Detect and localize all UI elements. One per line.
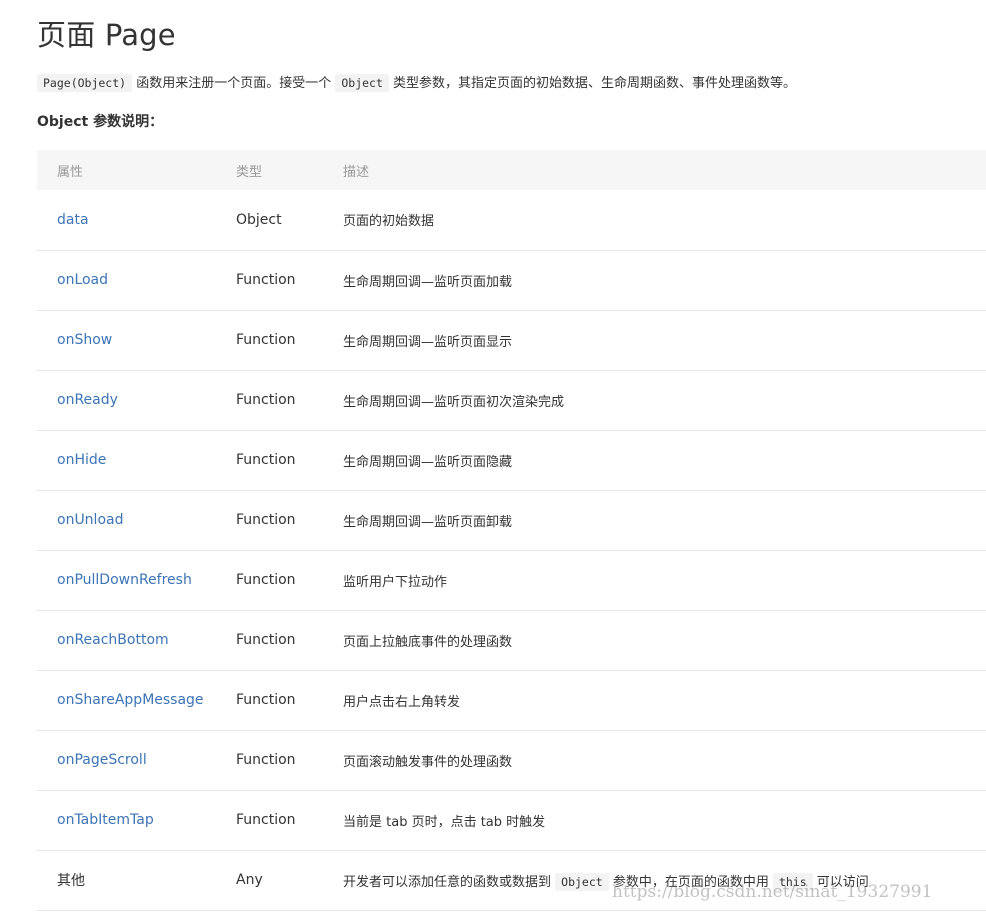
watermark: https://blog.csdn.net/sinat_19327991 xyxy=(612,882,933,902)
row-type: Object xyxy=(236,211,282,228)
intro-paragraph: Page(Object) 函数用来注册一个页面。接受一个 Object 类型参数… xyxy=(37,72,796,95)
row-description: 生命周期回调—监听页面隐藏 xyxy=(343,454,513,470)
property-link[interactable]: onShow xyxy=(37,310,236,370)
section-subtitle: Object 参数说明： xyxy=(37,114,164,130)
inline-code-page-object: Page(Object) xyxy=(37,74,133,92)
row-type: Function xyxy=(236,692,296,708)
row-type: Function xyxy=(236,632,296,648)
property-link[interactable]: onTabItemTap xyxy=(37,790,236,850)
row-description: 生命周期回调—监听页面卸载 xyxy=(343,514,513,530)
table-row: onPageScroll Function 页面滚动触发事件的处理函数 xyxy=(37,730,986,790)
property-link[interactable]: onPullDownRefresh xyxy=(37,550,236,610)
row-type: Function xyxy=(236,332,296,348)
inline-code-object: Object xyxy=(555,872,609,891)
row-type: Function xyxy=(236,812,296,828)
row-description: 页面的初始数据 xyxy=(343,214,435,230)
table-row: onReady Function 生命周期回调—监听页面初次渲染完成 xyxy=(37,370,986,430)
table-header-row: 属性 类型 描述 xyxy=(37,150,986,190)
row-name: 其他 xyxy=(57,873,85,889)
params-table: 属性 类型 描述 data Object 页面的初始数据 onLoad Function… xyxy=(37,150,986,911)
row-description: 用户点击右上角转发 xyxy=(343,694,461,710)
row-type: Function xyxy=(236,392,296,408)
intro-text-1: 函数用来注册一个页面。接受一个 xyxy=(132,76,336,91)
row-type: Function xyxy=(236,752,296,768)
row-description: 当前是 tab 页时，点击 tab 时触发 xyxy=(343,814,546,830)
table-row: data Object 页面的初始数据 xyxy=(37,190,986,250)
page-title: 页面 Page xyxy=(37,18,176,52)
row-description: 生命周期回调—监听页面显示 xyxy=(343,334,513,350)
table-row: onUnload Function 生命周期回调—监听页面卸载 xyxy=(37,490,986,550)
property-link[interactable]: onShareAppMessage xyxy=(37,670,236,730)
row-type: Function xyxy=(236,272,296,288)
row-description: 页面滚动触发事件的处理函数 xyxy=(343,754,513,770)
row-description: 生命周期回调—监听页面加载 xyxy=(343,274,513,290)
params-table-container: 属性 类型 描述 data Object 页面的初始数据 onLoad Function… xyxy=(37,150,986,911)
header-property: 属性 xyxy=(57,164,84,180)
table-row: onShow Function 生命周期回调—监听页面显示 xyxy=(37,310,986,370)
table-row: onReachBottom Function 页面上拉触底事件的处理函数 xyxy=(37,610,986,670)
property-link[interactable]: onPageScroll xyxy=(37,730,236,790)
property-link[interactable]: onReady xyxy=(37,370,236,430)
property-link[interactable]: onHide xyxy=(37,430,236,490)
row-description: 生命周期回调—监听页面初次渲染完成 xyxy=(343,394,565,410)
row-type: Function xyxy=(236,452,296,468)
row-type: Any xyxy=(236,872,263,888)
table-body: data Object 页面的初始数据 onLoad Function 生命周期回调—监听… xyxy=(37,190,986,910)
row-type: Function xyxy=(236,572,296,588)
property-link[interactable]: onReachBottom xyxy=(37,610,236,670)
row-type: Function xyxy=(236,512,296,528)
header-type: 类型 xyxy=(236,164,263,180)
row-description: 监听用户下拉动作 xyxy=(343,574,448,590)
header-description: 描述 xyxy=(343,164,370,180)
table-row: onPullDownRefresh Function 监听用户下拉动作 xyxy=(37,550,986,610)
property-link[interactable]: onLoad xyxy=(37,250,236,310)
table-row: onShareAppMessage Function 用户点击右上角转发 xyxy=(37,670,986,730)
inline-code-object: Object xyxy=(335,74,389,92)
property-link[interactable]: data xyxy=(37,190,236,250)
table-row: onHide Function 生命周期回调—监听页面隐藏 xyxy=(37,430,986,490)
intro-text-2: 类型参数，其指定页面的初始数据、生命周期函数、事件处理函数等。 xyxy=(388,76,797,91)
row-description: 页面上拉触底事件的处理函数 xyxy=(343,634,513,650)
table-row: onLoad Function 生命周期回调—监听页面加载 xyxy=(37,250,986,310)
desc-text-1: 开发者可以添加任意的函数或数据到 xyxy=(343,874,556,890)
table-row: onTabItemTap Function 当前是 tab 页时，点击 tab 时触… xyxy=(37,790,986,850)
property-link[interactable]: onUnload xyxy=(37,490,236,550)
